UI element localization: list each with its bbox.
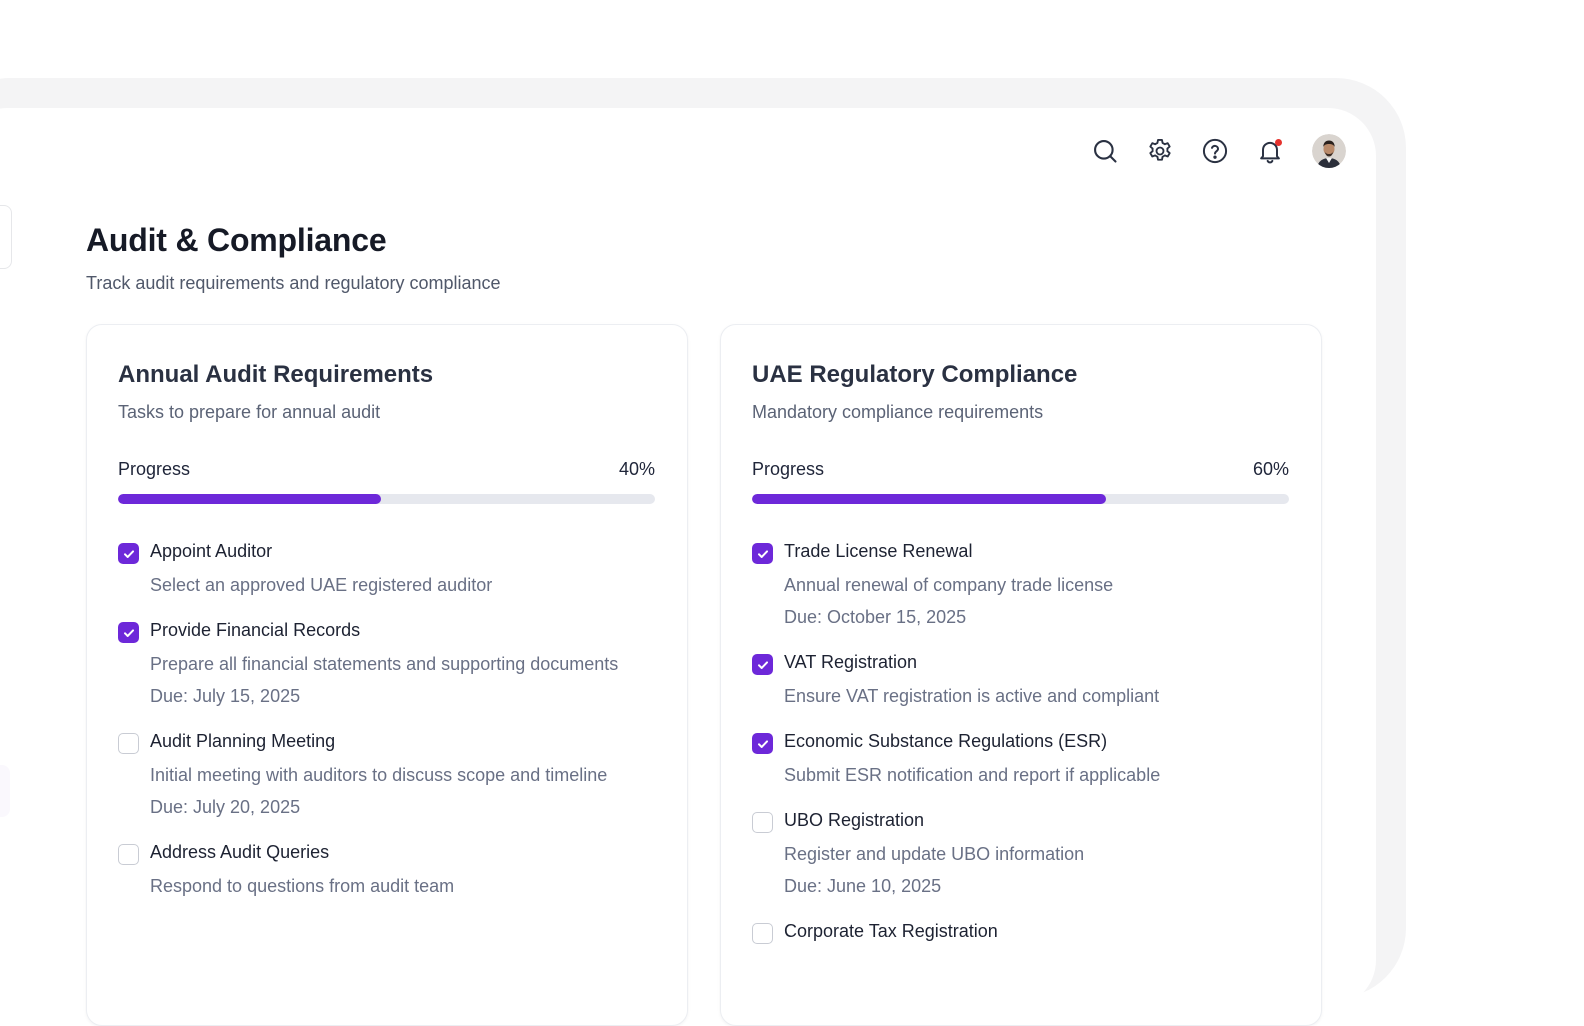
task-checkbox[interactable]	[118, 622, 139, 643]
task-checkbox[interactable]	[118, 844, 139, 865]
checkmark-icon	[757, 660, 768, 669]
task-description: Select an approved UAE registered audito…	[150, 575, 493, 595]
task-description: Respond to questions from audit team	[150, 876, 455, 896]
task-checkbox[interactable]	[752, 733, 773, 754]
notifications-button[interactable]	[1253, 133, 1286, 169]
progress-fill	[118, 494, 382, 504]
task-checkbox[interactable]	[118, 543, 139, 564]
page-header: Audit & Compliance Track audit requireme…	[86, 222, 501, 294]
progress-row: Progress 40%	[118, 459, 655, 480]
card-title: Annual Audit Requirements	[118, 361, 434, 388]
search-button[interactable]	[1088, 133, 1121, 169]
page-title: Audit & Compliance	[86, 222, 387, 258]
task-list: Appoint Auditor Select an approved UAE r…	[118, 540, 655, 900]
page-subtitle: Track audit requirements and regulatory …	[86, 273, 501, 293]
task-due-date: Due: June 10, 2025	[784, 876, 942, 896]
task-item: UBO Registration Register and update UBO…	[752, 809, 1289, 900]
task-title: Trade License Renewal	[784, 541, 973, 561]
task-item: Audit Planning Meeting Initial meeting w…	[118, 730, 655, 821]
task-item: Address Audit Queries Respond to questio…	[118, 841, 655, 900]
task-description: Annual renewal of company trade license	[784, 575, 1114, 595]
task-title: VAT Registration	[784, 652, 918, 672]
task-title: Appoint Auditor	[150, 541, 273, 561]
task-description: Submit ESR notification and report if ap…	[784, 765, 1161, 785]
sidebar-active-item-edge	[0, 765, 10, 817]
annual-audit-card: Annual Audit Requirements Tasks to prepa…	[86, 324, 688, 1026]
avatar[interactable]	[1312, 134, 1346, 168]
task-due-date: Due: July 20, 2025	[150, 797, 301, 817]
checkmark-icon	[123, 628, 134, 637]
task-checkbox[interactable]	[752, 923, 773, 944]
task-item: Corporate Tax Registration	[752, 920, 1289, 944]
settings-button[interactable]	[1143, 133, 1176, 169]
task-item: Trade License Renewal Annual renewal of …	[752, 540, 1289, 631]
help-button[interactable]	[1198, 133, 1231, 169]
checkmark-icon	[757, 739, 768, 748]
task-description: Register and update UBO information	[784, 844, 1085, 864]
sidebar-edge	[0, 205, 12, 269]
progress-row: Progress 60%	[752, 459, 1289, 480]
task-checkbox[interactable]	[752, 654, 773, 675]
task-description: Ensure VAT registration is active and co…	[784, 686, 1160, 706]
task-title: Audit Planning Meeting	[150, 731, 336, 751]
notification-dot	[1275, 139, 1282, 146]
card-title: UAE Regulatory Compliance	[752, 361, 1078, 388]
task-checkbox[interactable]	[118, 733, 139, 754]
progress-label: Progress	[752, 459, 825, 479]
card-description: Mandatory compliance requirements	[752, 402, 1044, 422]
task-checkbox[interactable]	[752, 543, 773, 564]
task-due-date: Due: October 15, 2025	[784, 607, 967, 627]
checkmark-icon	[123, 549, 134, 558]
progress-bar	[118, 494, 655, 504]
progress-bar	[752, 494, 1289, 504]
progress-label: Progress	[118, 459, 191, 479]
checkmark-icon	[757, 549, 768, 558]
task-item: Provide Financial Records Prepare all fi…	[118, 619, 655, 710]
task-title: Address Audit Queries	[150, 842, 330, 862]
task-list: Trade License Renewal Annual renewal of …	[752, 540, 1289, 944]
task-item: Appoint Auditor Select an approved UAE r…	[118, 540, 655, 599]
uae-compliance-card: UAE Regulatory Compliance Mandatory comp…	[720, 324, 1322, 1026]
progress-value: 60%	[1252, 459, 1289, 479]
task-title: Corporate Tax Registration	[784, 921, 998, 941]
task-description: Initial meeting with auditors to discuss…	[150, 765, 608, 785]
task-title: Provide Financial Records	[150, 620, 361, 640]
task-item: VAT Registration Ensure VAT registration…	[752, 651, 1289, 710]
search-icon	[1093, 140, 1117, 163]
task-due-date: Due: July 15, 2025	[150, 686, 301, 706]
task-title: Economic Substance Regulations (ESR)	[784, 731, 1108, 751]
task-item: Economic Substance Regulations (ESR) Sub…	[752, 730, 1289, 789]
progress-value: 40%	[618, 459, 655, 479]
user-avatar-icon	[1312, 134, 1346, 168]
task-title: UBO Registration	[784, 810, 925, 830]
gear-icon	[1148, 138, 1171, 161]
card-description: Tasks to prepare for annual audit	[118, 402, 381, 422]
progress-fill	[752, 494, 1107, 504]
help-icon	[1202, 138, 1227, 164]
top-toolbar	[1088, 133, 1346, 169]
task-description: Prepare all financial statements and sup…	[150, 654, 619, 674]
task-checkbox[interactable]	[752, 812, 773, 833]
